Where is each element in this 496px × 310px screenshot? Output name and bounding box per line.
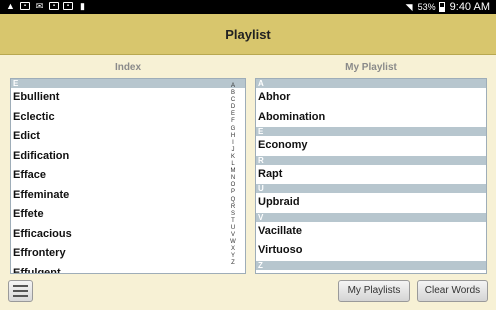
alphabet-letter[interactable]: A (231, 83, 235, 90)
alphabet-letter[interactable]: G (231, 126, 236, 133)
section-header: E (256, 127, 486, 136)
alphabet-letter[interactable]: M (231, 168, 236, 175)
battery-percent: 53% (417, 2, 436, 12)
warning-icon: ▲ (6, 1, 15, 11)
alphabet-letter[interactable]: N (231, 175, 235, 182)
hamburger-icon (13, 285, 28, 287)
alphabet-letter[interactable]: B (231, 90, 235, 97)
list-item[interactable]: Efface (11, 166, 245, 186)
list-item[interactable]: Edict (11, 127, 245, 147)
section-header: E (11, 79, 245, 88)
alphabet-letter[interactable]: T (231, 218, 235, 225)
alphabet-letter[interactable]: V (231, 232, 235, 239)
alphabet-letter[interactable]: W (230, 239, 236, 246)
clear-words-button[interactable]: Clear Words (417, 280, 488, 302)
wifi-icon: ◥ (405, 2, 413, 12)
section-header: A (256, 79, 486, 88)
playlist-list[interactable]: A Abhor Abomination E Economy R Rapt U Upbraid V V… (255, 78, 487, 274)
alphabet-letter[interactable]: I (232, 140, 234, 147)
alphabet-letter[interactable]: Q (231, 197, 236, 204)
section-header: V (256, 212, 486, 222)
alphabet-letter[interactable]: P (231, 189, 235, 196)
alphabet-letter[interactable]: D (231, 104, 235, 111)
alphabet-letter[interactable]: E (231, 111, 235, 118)
calendar-icon: ▪ (49, 2, 59, 10)
alphabet-letter[interactable]: K (231, 154, 235, 161)
alphabet-letter[interactable]: X (231, 246, 235, 253)
index-list[interactable]: E Ebullient Eclectic Edict Edification E… (10, 78, 246, 274)
alphabet-letter[interactable]: O (231, 182, 236, 189)
alphabet-letter[interactable]: J (232, 147, 235, 154)
alphabet-letter[interactable]: U (231, 225, 235, 232)
email-icon: ✉ (35, 1, 44, 11)
hamburger-icon (13, 290, 28, 292)
list-item[interactable]: Upbraid (256, 193, 486, 213)
alphabet-letter[interactable]: R (231, 204, 235, 211)
list-item[interactable]: Effeminate (11, 186, 245, 206)
list-item[interactable]: Edification (11, 147, 245, 167)
my-playlists-button[interactable]: My Playlists (338, 280, 410, 302)
list-item[interactable]: Effrontery (11, 244, 245, 264)
page-title: Playlist (225, 26, 271, 42)
alphabet-letter[interactable]: Z (231, 260, 235, 267)
list-item[interactable]: Vacillate (256, 222, 486, 242)
list-item[interactable]: Effulgent (11, 264, 245, 274)
list-item[interactable]: Ebullient (11, 88, 245, 108)
list-item[interactable]: Economy (256, 136, 486, 156)
alphabet-letter[interactable]: L (231, 161, 234, 168)
image-icon: ▪ (20, 2, 30, 10)
playlist-title: My Playlist (345, 62, 397, 73)
alphabet-letter[interactable]: Y (231, 253, 235, 260)
clock: 9:40 AM (449, 1, 490, 13)
trash-icon: ▮ (80, 1, 85, 11)
menu-button[interactable] (8, 280, 33, 302)
list-item[interactable]: Effete (11, 205, 245, 225)
section-header: Z (256, 260, 486, 270)
list-item[interactable]: Eclectic (11, 108, 245, 128)
status-bar: ▲ ▪ ✉ ▪ ▪ ▮ ◥ 53% 9:40 AM (0, 0, 496, 14)
alphabet-letter[interactable]: F (231, 118, 235, 125)
app-bar: Playlist (0, 14, 496, 55)
list-item[interactable]: Rapt (256, 165, 486, 185)
list-item[interactable]: Abomination (256, 108, 486, 128)
system-status: ◥ 53% 9:40 AM (404, 1, 490, 13)
hamburger-icon (13, 295, 28, 297)
alphabet-letter[interactable]: H (231, 133, 235, 140)
battery-icon (438, 2, 445, 12)
alphabet-letter[interactable]: S (231, 211, 235, 218)
alphabet-scroller[interactable]: ABCDEFGHIJKLMNOPQRSTUVWXYZ (229, 83, 237, 267)
section-header: U (256, 184, 486, 193)
list-item[interactable]: Abhor (256, 88, 486, 108)
notification-icons: ▲ ▪ ✉ ▪ ▪ ▮ (5, 1, 88, 11)
index-title: Index (114, 62, 142, 73)
photo-icon: ▪ (63, 2, 73, 10)
section-header: R (256, 155, 486, 165)
alphabet-letter[interactable]: C (231, 97, 235, 104)
list-item[interactable]: Efficacious (11, 225, 245, 245)
list-item[interactable]: Virtuoso (256, 241, 486, 261)
